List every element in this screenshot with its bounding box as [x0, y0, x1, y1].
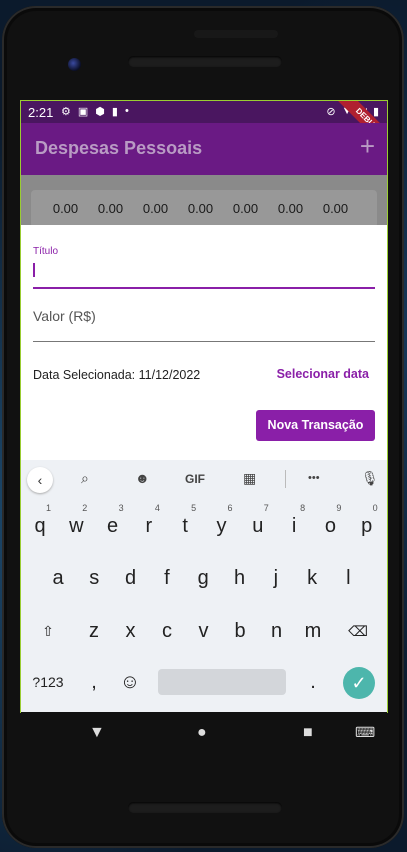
- key-hint-number: 2: [82, 503, 88, 513]
- key-o[interactable]: o9: [313, 503, 347, 548]
- key-z[interactable]: z: [77, 609, 111, 653]
- more-icon[interactable]: •••: [308, 472, 320, 484]
- key-hint-number: 9: [336, 503, 342, 513]
- microphone-icon[interactable]: 🎙: [361, 470, 379, 487]
- chart-backdrop: 0.00 0.00 0.00 0.00 0.00 0.00 0.00: [21, 175, 387, 229]
- key-l[interactable]: l: [331, 556, 365, 600]
- search-icon[interactable]: ⌕: [81, 470, 89, 487]
- gear-icon: ⚙: [61, 106, 71, 118]
- add-icon[interactable]: +: [360, 133, 375, 159]
- chart-value: 0.00: [322, 201, 349, 216]
- keyboard-switch-icon[interactable]: ⌨: [355, 724, 375, 741]
- top-speaker: [194, 30, 278, 38]
- keyboard-row-4: ?123 , ☺ . ✓: [21, 660, 387, 704]
- back-icon[interactable]: ▼: [89, 724, 105, 742]
- a-icon: ▣: [77, 106, 89, 118]
- mute-icon: ⊘: [326, 106, 336, 118]
- chart-value: 0.00: [142, 201, 169, 216]
- key-hint-number: 6: [227, 503, 233, 513]
- key-u[interactable]: u7: [241, 503, 275, 548]
- key-hint-number: 4: [154, 503, 160, 513]
- key-g[interactable]: g: [186, 556, 220, 600]
- chart-value: 0.00: [187, 201, 214, 216]
- bottom-speaker: [128, 802, 282, 813]
- key-f[interactable]: f: [150, 556, 184, 600]
- chart-values: 0.00 0.00 0.00 0.00 0.00 0.00 0.00: [43, 201, 358, 216]
- key-d[interactable]: d: [114, 556, 148, 600]
- key-h[interactable]: h: [223, 556, 257, 600]
- key-n[interactable]: n: [260, 609, 294, 653]
- gif-button[interactable]: GIF: [185, 472, 205, 486]
- keyboard-row-3: ⇧ zxcvbnm ⌫: [21, 609, 387, 653]
- key-e[interactable]: e3: [96, 503, 130, 548]
- period-key[interactable]: .: [296, 660, 330, 704]
- select-date-button[interactable]: Selecionar data: [277, 367, 369, 381]
- symbols-key[interactable]: ?123: [31, 660, 65, 704]
- dot-icon: •: [124, 105, 129, 117]
- navigation-bar: ▼ ● ■ ⌨: [21, 712, 387, 756]
- key-hint-number: 1: [45, 503, 51, 513]
- chart-value: 0.00: [52, 201, 79, 216]
- comma-key[interactable]: ,: [77, 660, 111, 704]
- key-hint-number: 5: [191, 503, 197, 513]
- earpiece: [128, 56, 282, 67]
- key-j[interactable]: j: [259, 556, 293, 600]
- phone-screen: 2:21 ⚙ ▣ ⬢ ▮ • ⊘ ▼ ◢ ▮ DEBUG Despesas Pe…: [21, 101, 387, 712]
- key-x[interactable]: x: [114, 609, 148, 653]
- chart-value: 0.00: [97, 201, 124, 216]
- status-bar: 2:21 ⚙ ▣ ⬢ ▮ • ⊘ ▼ ◢ ▮ DEBUG: [21, 101, 387, 154]
- status-time: 2:21: [28, 105, 54, 120]
- title-field-label: Título: [33, 246, 59, 257]
- done-key[interactable]: ✓: [343, 667, 375, 699]
- selected-date-text: Data Selecionada: 11/12/2022: [33, 368, 201, 382]
- app-bar: Despesas Pessoais +: [21, 123, 387, 175]
- key-hint-number: 0: [372, 503, 378, 513]
- chevron-left-icon[interactable]: ‹: [27, 467, 53, 493]
- recents-icon[interactable]: ■: [303, 724, 313, 742]
- key-y[interactable]: y6: [205, 503, 239, 548]
- key-i[interactable]: i8: [277, 503, 311, 548]
- key-a[interactable]: a: [41, 556, 75, 600]
- key-c[interactable]: c: [150, 609, 184, 653]
- shield-icon: ⬢: [95, 106, 105, 118]
- key-w[interactable]: w2: [59, 503, 93, 548]
- title-input[interactable]: [33, 263, 35, 277]
- keyboard-row-1: q1w2e3r4t5y6u7i8o9p0: [21, 503, 387, 548]
- toolbar-divider: [285, 470, 286, 488]
- app-title: Despesas Pessoais: [35, 138, 203, 158]
- space-key[interactable]: [158, 669, 286, 695]
- new-transaction-button[interactable]: Nova Transação: [256, 410, 375, 441]
- chart-value: 0.00: [277, 201, 304, 216]
- key-k[interactable]: k: [295, 556, 329, 600]
- key-hint-number: 7: [263, 503, 269, 513]
- key-s[interactable]: s: [77, 556, 111, 600]
- key-m[interactable]: m: [296, 609, 330, 653]
- sticker-icon[interactable]: ☻: [135, 470, 150, 486]
- backspace-key[interactable]: ⌫: [341, 609, 375, 653]
- key-hint-number: 8: [300, 503, 306, 513]
- value-field-underline: [33, 341, 375, 342]
- key-r[interactable]: r4: [132, 503, 166, 548]
- front-camera: [68, 58, 81, 71]
- key-v[interactable]: v: [187, 609, 221, 653]
- transaction-form: Título Valor (R$) Data Selecionada: 11/1…: [21, 225, 387, 460]
- translate-icon[interactable]: ▦: [243, 470, 256, 487]
- keyboard-row-2: asdfghjkl: [21, 556, 387, 600]
- keyboard-toolbar: ‹ ⌕ ☻ GIF ▦ ••• 🎙: [21, 460, 387, 498]
- keyboard: ‹ ⌕ ☻ GIF ▦ ••• 🎙 q1w2e3r4t5y6u7i8o9p0 a…: [21, 460, 387, 712]
- chart-value: 0.00: [232, 201, 259, 216]
- home-icon[interactable]: ●: [197, 724, 207, 742]
- key-hint-number: 3: [118, 503, 124, 513]
- key-p[interactable]: p0: [350, 503, 384, 548]
- shift-key[interactable]: ⇧: [31, 609, 65, 653]
- clipboard-icon: ▮: [111, 106, 118, 118]
- emoji-key[interactable]: ☺: [113, 660, 147, 704]
- key-t[interactable]: t5: [168, 503, 202, 548]
- value-field[interactable]: Valor (R$): [33, 308, 96, 324]
- title-field-underline: [33, 287, 375, 289]
- key-q[interactable]: q1: [23, 503, 57, 548]
- key-b[interactable]: b: [223, 609, 257, 653]
